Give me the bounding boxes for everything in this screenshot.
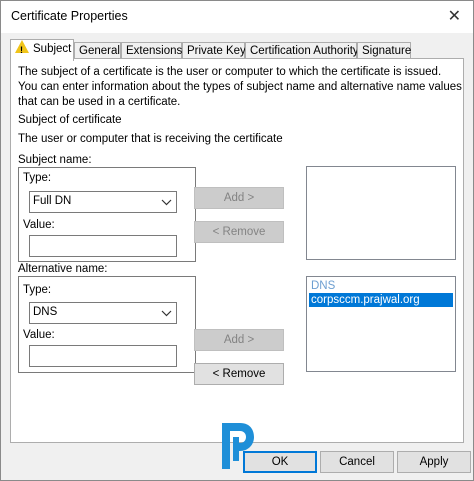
title-bar: Certificate Properties ✕: [1, 1, 473, 33]
subject-add-button[interactable]: Add >: [194, 187, 284, 209]
tab-signature-label: Signature: [362, 45, 412, 57]
apply-button[interactable]: Apply: [397, 451, 471, 473]
cancel-button[interactable]: Cancel: [320, 451, 394, 473]
alternative-name-label: Alternative name:: [18, 263, 108, 275]
subject-values-list[interactable]: [306, 166, 456, 260]
window-title: Certificate Properties: [11, 9, 128, 23]
alt-type-select[interactable]: DNS: [29, 302, 177, 324]
ok-button[interactable]: OK: [243, 451, 317, 473]
section-heading: Subject of certificate: [18, 114, 122, 126]
alt-type-value: DNS: [33, 306, 58, 318]
alt-type-label: Type:: [23, 284, 52, 296]
alternative-name-group: Type: DNS Value:: [18, 276, 196, 373]
tab-private-key-label: Private Key: [187, 45, 246, 57]
subject-remove-button[interactable]: < Remove: [194, 221, 284, 243]
subject-type-select[interactable]: Full DN: [29, 191, 177, 213]
subject-type-label: Type:: [23, 172, 52, 184]
alt-value-input[interactable]: [29, 345, 177, 367]
chevron-down-icon: [161, 199, 172, 206]
alt-remove-button[interactable]: < Remove: [194, 363, 284, 385]
tab-general-label: General: [79, 45, 120, 57]
subject-value-label: Value:: [23, 219, 55, 231]
tab-subject[interactable]: Subject: [10, 39, 74, 61]
subject-type-value: Full DN: [33, 195, 72, 207]
tab-extensions-label: Extensions: [126, 45, 183, 57]
section-subheading: The user or computer that is receiving t…: [18, 133, 283, 145]
subject-description: The subject of a certificate is the user…: [18, 66, 462, 108]
subject-value-input[interactable]: [29, 235, 177, 257]
tab-certification-authority-label: Certification Authority: [250, 45, 359, 57]
certificate-properties-window: Certificate Properties ✕ Subject General…: [0, 0, 474, 481]
chevron-down-icon: [161, 310, 172, 317]
warning-icon: [15, 40, 29, 59]
alt-add-button[interactable]: Add >: [194, 329, 284, 351]
subject-tab-panel: The subject of a certificate is the user…: [10, 58, 464, 443]
alt-list-header-dns: DNS: [311, 280, 336, 292]
subject-name-label: Subject name:: [18, 154, 92, 166]
alternative-values-list[interactable]: DNS corpsccm.prajwal.org: [306, 276, 456, 372]
close-icon[interactable]: ✕: [448, 6, 461, 26]
list-item[interactable]: corpsccm.prajwal.org: [309, 293, 453, 307]
subject-name-group: Type: Full DN Value:: [18, 167, 196, 262]
alt-value-label: Value:: [23, 329, 55, 341]
tab-subject-label: Subject: [33, 43, 72, 55]
